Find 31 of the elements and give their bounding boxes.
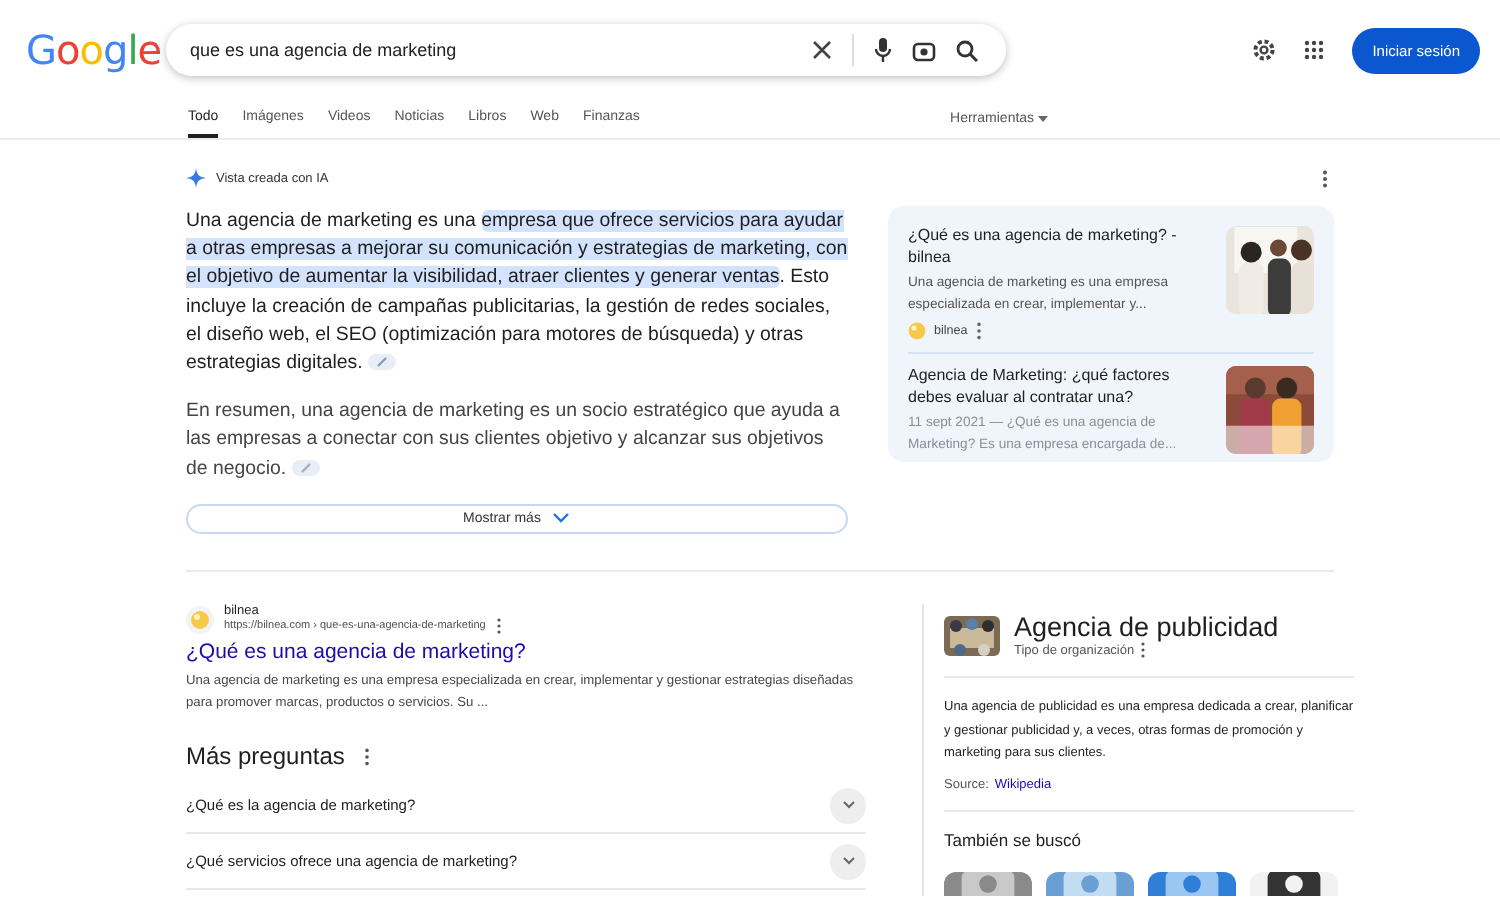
more-options-icon[interactable] [1322,170,1328,188]
overview-paragraph: En resumen, una agencia de marketing es un socio estratégico que ayuda a las empresas a conectar con sus clientes objetivo y alcanzar sus objetivos de negocio. [186,398,842,484]
section-heading: Más preguntas [186,742,345,770]
chevron-down-icon [841,856,855,866]
expand-button[interactable] [830,787,866,823]
google-logo[interactable]: Google [26,26,166,74]
more-options-icon[interactable] [364,747,371,765]
search-field[interactable]: que es una agencia de marketing [190,40,792,60]
caret-icon [1038,116,1048,122]
more-options-icon[interactable] [975,322,982,340]
apps-grid-icon[interactable] [1304,40,1325,60]
site-favicon-icon [908,322,926,340]
result-title-link[interactable]: ¿Qué es una agencia de marketing? [186,640,866,664]
search-icon[interactable] [956,39,978,61]
more-options-icon[interactable] [495,618,502,634]
camera-icon[interactable] [912,39,936,61]
sparkle-icon [186,168,206,188]
more-options-icon[interactable] [1140,642,1147,658]
source-title[interactable]: ¿Qué es una agencia de marketing? - bilnea [908,226,1214,268]
close-icon[interactable] [812,40,832,60]
link-icon[interactable] [368,354,397,371]
expand-button[interactable] [830,843,866,879]
chevron-down-icon [552,512,571,525]
settings-icon[interactable] [1252,38,1277,62]
source-title[interactable]: Agencia de Marketing: ¿qué factores debes evaluar al contratar una? [908,366,1214,408]
chevron-down-icon [841,800,855,810]
overview-paragraph: Una agencia de marketing es una empresa que ofrece servicios para ayudar a otras empresas a mejorar su comunicación y estrategias de marketing, con el objetivo de aumentar la visibilidad, atraer clientes y generar ventas. Esto incluye la creación de campañas publicitarias, la gestión de redes sociales, el diseño web, el SEO (optimización para motores de búsqueda) y otras estrategias digitales. [186,208,848,379]
entity-title: Agencia de publicidad [1014,612,1279,642]
section-heading: También se buscó [944,829,1084,849]
microphone-icon[interactable] [874,38,892,62]
site-favicon-icon [186,605,214,633]
